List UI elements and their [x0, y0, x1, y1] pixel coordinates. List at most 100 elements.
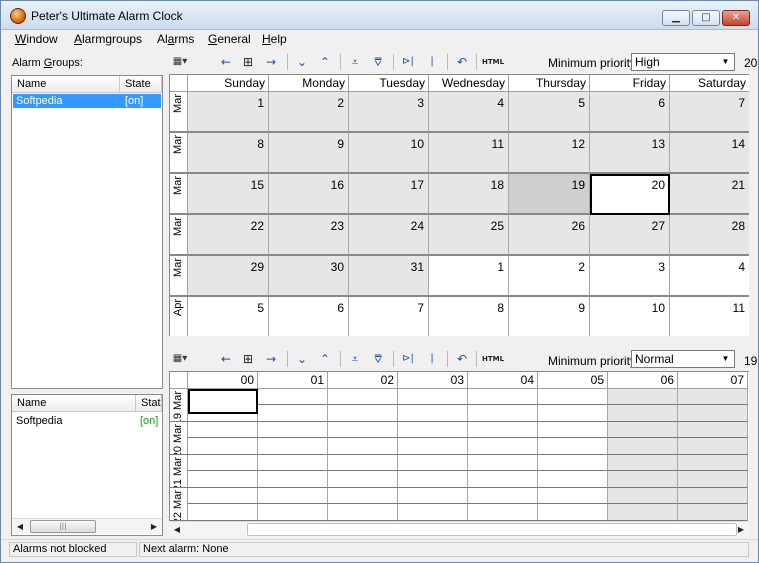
maximize-button[interactable]: □: [692, 10, 720, 26]
hour-slot-cell[interactable]: [608, 455, 678, 471]
alarm-groups-list[interactable]: Name State Softpedia [on]: [11, 75, 163, 389]
hour-header[interactable]: 06: [608, 372, 678, 389]
calendar-day-cell[interactable]: 3: [590, 256, 670, 297]
hour-slot-cell[interactable]: [678, 389, 748, 405]
calendar-day-cell[interactable]: 28: [670, 215, 749, 256]
chevron-down-icon[interactable]: ▼: [718, 352, 733, 366]
hour-slot-cell[interactable]: [538, 455, 608, 471]
hour-slot-cell[interactable]: [188, 488, 258, 504]
close-button[interactable]: ✕: [722, 10, 750, 26]
calendar-day-cell[interactable]: 4: [670, 256, 749, 297]
day-header[interactable]: Saturday: [670, 75, 749, 92]
calendar-day-cell[interactable]: 22: [188, 215, 269, 256]
hour-slot-cell[interactable]: [188, 471, 258, 488]
calendar-day-cell[interactable]: 6: [269, 297, 349, 336]
calendar-grid[interactable]: Sunday Monday Tuesday Wednesday Thursday Frid…: [169, 74, 749, 336]
calendar-day-cell[interactable]: 15: [188, 174, 269, 215]
calendar-day-cell[interactable]: 21: [670, 174, 749, 215]
calendar-day-cell[interactable]: 11: [429, 133, 509, 174]
hour-slot-cell[interactable]: [468, 504, 538, 521]
calendar-day-cell[interactable]: 14: [670, 133, 749, 174]
hour-slot-cell[interactable]: [328, 471, 398, 488]
day-header[interactable]: Thursday: [509, 75, 590, 92]
week-row-header[interactable]: Mar: [170, 133, 188, 174]
groups-header-state[interactable]: State: [120, 76, 162, 93]
hour-slot-cell[interactable]: [188, 422, 258, 438]
jump-end-icon[interactable]: |◁⊳: [423, 53, 441, 85]
calendar-day-cell[interactable]: 1: [188, 92, 269, 133]
jump-start-icon[interactable]: ⊳|◁: [399, 350, 417, 382]
previous-arrow-icon[interactable]: ←: [217, 350, 235, 368]
hour-header[interactable]: 03: [398, 372, 468, 389]
hour-slot-cell[interactable]: [328, 389, 398, 405]
hour-header[interactable]: 05: [538, 372, 608, 389]
hour-slot-cell[interactable]: [678, 438, 748, 455]
expand-icon[interactable]: ⌄: [293, 350, 311, 368]
day-header[interactable]: Friday: [590, 75, 670, 92]
hour-header[interactable]: 04: [468, 372, 538, 389]
hour-slot-cell[interactable]: [328, 488, 398, 504]
view-mode-icon[interactable]: ▦▾: [171, 53, 189, 71]
groups-header-name[interactable]: Name: [12, 76, 120, 93]
menu-general[interactable]: General: [208, 32, 251, 46]
hour-slot-cell[interactable]: [398, 488, 468, 504]
hours-priority-select[interactable]: Normal ▼: [631, 350, 735, 368]
calendar-day-cell[interactable]: 12: [509, 133, 590, 174]
date-row-header[interactable]: 22 Mar: [170, 488, 188, 521]
jump-end-icon[interactable]: |◁⊳: [423, 350, 441, 382]
next-arrow-icon[interactable]: →: [262, 53, 280, 71]
hour-slot-cell[interactable]: [538, 504, 608, 521]
calendar-day-cell[interactable]: 23: [269, 215, 349, 256]
hour-slot-cell[interactable]: [398, 389, 468, 405]
date-row-header[interactable]: 20 Mar: [170, 422, 188, 455]
scroll-left-icon[interactable]: ◀: [12, 519, 28, 534]
hour-slot-cell[interactable]: [678, 488, 748, 504]
calendar-day-cell[interactable]: 8: [188, 133, 269, 174]
hour-slot-cell[interactable]: [188, 455, 258, 471]
scroll-left-icon[interactable]: ◀: [169, 522, 185, 537]
date-row-header[interactable]: 21 Mar: [170, 455, 188, 488]
calendar-day-cell[interactable]: 27: [590, 215, 670, 256]
hour-slot-cell[interactable]: [328, 422, 398, 438]
menu-alarmgroups[interactable]: Alarmgroups: [74, 32, 142, 46]
calendar-day-cell[interactable]: 7: [349, 297, 429, 336]
day-header[interactable]: Sunday: [188, 75, 269, 92]
hour-slot-cell[interactable]: [258, 438, 328, 455]
hour-header[interactable]: 01: [258, 372, 328, 389]
alarms-header-name[interactable]: Name: [12, 395, 136, 412]
alarm-clock-icon[interactable]: [10, 8, 26, 24]
hour-slot-cell[interactable]: [328, 455, 398, 471]
collapse-icon[interactable]: ⌃: [316, 350, 334, 368]
calendar-day-cell[interactable]: 10: [349, 133, 429, 174]
calendar-day-cell[interactable]: 10: [590, 297, 670, 336]
hour-slot-cell[interactable]: [538, 438, 608, 455]
alarms-list[interactable]: Name State Softpedia [on] ◀ ||| ▶: [11, 394, 163, 536]
hour-slot-cell[interactable]: [538, 471, 608, 488]
collapse-all-icon[interactable]: ⩢: [369, 350, 387, 368]
calendar-day-cell[interactable]: 29: [188, 256, 269, 297]
hour-slot-cell[interactable]: [538, 405, 608, 422]
hour-header[interactable]: 07: [678, 372, 748, 389]
calendar-day-cell[interactable]: 20: [590, 174, 670, 215]
hour-header[interactable]: 00: [188, 372, 258, 389]
hours-horizontal-scrollbar[interactable]: ◀ ▶: [169, 521, 749, 537]
hour-slot-cell[interactable]: [538, 488, 608, 504]
hour-slot-cell[interactable]: [328, 405, 398, 422]
menu-alarms[interactable]: Alarms: [157, 32, 194, 46]
hour-slot-cell[interactable]: [468, 422, 538, 438]
calendar-day-cell[interactable]: 19: [509, 174, 590, 215]
hour-slot-cell[interactable]: [538, 389, 608, 405]
hour-slot-cell[interactable]: [258, 455, 328, 471]
calendar-day-cell[interactable]: 16: [269, 174, 349, 215]
hour-slot-cell[interactable]: [538, 422, 608, 438]
grid-view-icon[interactable]: ⊞: [239, 53, 257, 71]
hour-slot-cell[interactable]: [678, 422, 748, 438]
chevron-down-icon[interactable]: ▼: [718, 55, 733, 69]
hour-slot-cell[interactable]: [258, 389, 328, 405]
hour-slot-cell[interactable]: [608, 438, 678, 455]
hour-slot-cell[interactable]: [608, 405, 678, 422]
calendar-priority-select[interactable]: High ▼: [631, 53, 735, 71]
hour-slot-cell[interactable]: [188, 389, 258, 414]
hour-slot-cell[interactable]: [188, 504, 258, 521]
hour-slot-cell[interactable]: [608, 471, 678, 488]
